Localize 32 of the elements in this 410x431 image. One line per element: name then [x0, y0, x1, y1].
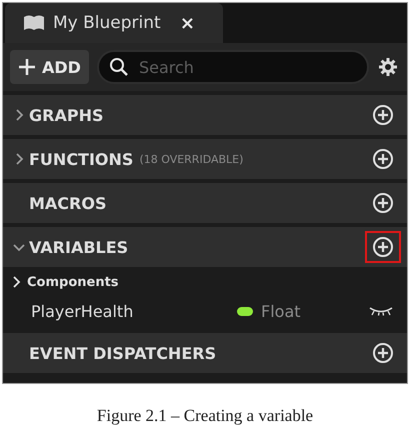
chevron-right-icon: [11, 276, 21, 288]
tab-title: My Blueprint: [53, 13, 162, 33]
search-field[interactable]: Search: [96, 50, 369, 84]
section-title: GRAPHS: [29, 106, 104, 124]
add-button[interactable]: [365, 231, 401, 263]
section-title: VARIABLES: [29, 238, 128, 256]
closed-eye-icon[interactable]: [369, 306, 393, 316]
add-button[interactable]: ADD: [10, 50, 89, 84]
book-icon: [23, 14, 45, 32]
add-circle-icon: [372, 342, 394, 364]
section-title: MACROS: [29, 194, 106, 212]
section-title: FUNCTIONS: [29, 150, 134, 168]
add-circle-icon: [372, 148, 394, 170]
section-header[interactable]: FUNCTIONS (18 OVERRIDABLE): [3, 139, 407, 179]
section-header[interactable]: MACROS: [3, 183, 407, 223]
variable-type[interactable]: Float: [261, 302, 301, 320]
variable-name[interactable]: PlayerHealth: [31, 302, 237, 320]
plus-icon: [18, 58, 36, 76]
add-circle-icon: [372, 236, 394, 258]
add-circle-icon: [372, 104, 394, 126]
section-header[interactable]: GRAPHS: [3, 95, 407, 135]
settings-icon[interactable]: [377, 56, 399, 78]
add-circle-icon: [372, 192, 394, 214]
section-header[interactable]: EVENT DISPATCHERS: [3, 333, 407, 373]
category-label: Components: [27, 274, 119, 290]
figure-caption: Figure 2.1 – Creating a variable: [96, 406, 314, 426]
category-row[interactable]: Components: [3, 267, 407, 293]
section-header[interactable]: VARIABLES: [3, 227, 407, 267]
panel-tab[interactable]: My Blueprint ×: [5, 3, 223, 43]
section-title: EVENT DISPATCHERS: [29, 344, 216, 362]
close-button[interactable]: ×: [180, 12, 195, 34]
section-note: (18 OVERRIDABLE): [139, 152, 244, 166]
